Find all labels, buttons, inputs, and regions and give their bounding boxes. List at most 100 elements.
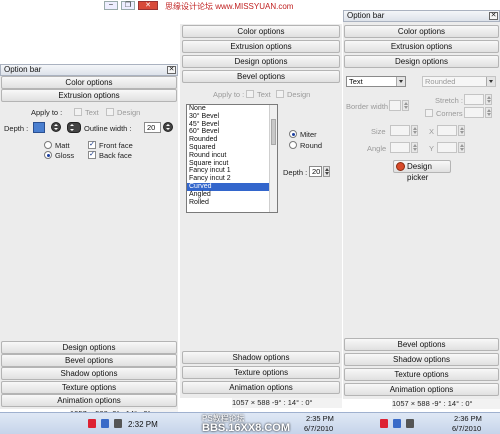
corners-spinner[interactable]	[485, 107, 492, 118]
left-shadow-options-button[interactable]: Shadow options	[1, 367, 177, 380]
bevel-list-item[interactable]: Rounded	[187, 136, 277, 144]
x-spinner[interactable]	[458, 125, 465, 136]
right-extrusion-options-button[interactable]: Extrusion options	[344, 40, 499, 53]
front-face-checkbox[interactable]: ✓	[88, 141, 96, 149]
middle-color-options-button[interactable]: Color options	[182, 25, 340, 38]
border-width-input[interactable]	[389, 100, 401, 111]
outline-width-input[interactable]: 20	[144, 122, 161, 133]
bevel-list-item[interactable]: 60° Bevel	[187, 128, 277, 136]
y-input[interactable]	[437, 142, 457, 153]
y-spinner[interactable]	[458, 142, 465, 153]
left-design-options-button[interactable]: Design options	[1, 341, 177, 354]
left-clock[interactable]: 2:32 PM	[128, 420, 158, 429]
flag-icon[interactable]	[88, 419, 96, 428]
design-shape-select[interactable]: Rounded	[422, 76, 496, 87]
right-bevel-options-button[interactable]: Bevel options	[344, 338, 499, 351]
angle-input[interactable]	[390, 142, 410, 153]
bevel-list-items: None 30° Bevel 45° Bevel 60° Bevel Rounded Sq…	[187, 105, 277, 206]
miter-radio[interactable]	[289, 130, 297, 138]
y-label: Y	[429, 144, 435, 153]
left-panel-titlebar[interactable]: Option bar ✕	[0, 64, 178, 76]
left-texture-options-button[interactable]: Texture options	[1, 381, 177, 394]
right-status-bar: 1057 × 588 -9° : 14° : 0°	[392, 399, 500, 409]
back-face-checkbox[interactable]: ✓	[88, 151, 96, 159]
corners-checkbox[interactable]	[425, 109, 433, 117]
bevel-list-item[interactable]: Fancy incut 2	[187, 175, 277, 183]
middle-clock[interactable]: 2:35 PM	[306, 414, 334, 423]
right-animation-options-button[interactable]: Animation options	[344, 383, 499, 396]
middle-design-options-button[interactable]: Design options	[182, 55, 340, 68]
middle-apply-design-checkbox[interactable]	[276, 90, 284, 98]
right-date[interactable]: 6/7/2010	[452, 424, 481, 433]
bevel-list-item[interactable]: Square incut	[187, 160, 277, 168]
left-taskbar: 2:32 PM	[0, 412, 200, 434]
round-label: Round	[300, 141, 323, 150]
bevel-list-scrollbar[interactable]	[269, 105, 277, 212]
bevel-scroll-thumb[interactable]	[271, 119, 276, 145]
round-radio[interactable]	[289, 141, 297, 149]
chevron-down-icon	[396, 77, 405, 86]
gloss-radio[interactable]	[44, 151, 52, 159]
speaker-icon[interactable]	[406, 419, 414, 428]
border-width-spinner[interactable]	[402, 100, 409, 111]
left-panel-close-icon[interactable]: ✕	[167, 66, 176, 74]
depth-icon[interactable]	[33, 122, 45, 133]
right-clock[interactable]: 2:36 PM	[454, 414, 482, 423]
size-input[interactable]	[390, 125, 410, 136]
middle-animation-options-button[interactable]: Animation options	[182, 381, 340, 394]
right-shadow-options-button[interactable]: Shadow options	[344, 353, 499, 366]
bevel-depth-spinner[interactable]	[323, 166, 330, 177]
bevel-depth-input[interactable]: 20	[309, 166, 322, 177]
window-restore-button[interactable]: ❐	[121, 1, 135, 10]
design-target-select[interactable]: Text	[346, 76, 406, 87]
right-color-options-button[interactable]: Color options	[344, 25, 499, 38]
design-picker-button[interactable]: Design picker	[393, 160, 451, 182]
network-icon[interactable]	[101, 419, 109, 428]
right-design-options-button[interactable]: Design options	[344, 55, 499, 68]
window-close-button[interactable]: ✕	[138, 1, 158, 10]
matt-label: Matt	[55, 141, 70, 150]
stretch-spinner[interactable]	[485, 94, 492, 105]
middle-date[interactable]: 6/7/2010	[304, 424, 333, 433]
bevel-list-item[interactable]: Angled	[187, 191, 277, 199]
angle-spinner[interactable]	[411, 142, 418, 153]
size-label: Size	[371, 127, 386, 136]
middle-texture-options-button[interactable]: Texture options	[182, 366, 340, 379]
left-bevel-options-button[interactable]: Bevel options	[1, 354, 177, 367]
bevel-list-item[interactable]: 30° Bevel	[187, 113, 277, 121]
bevel-list-item[interactable]: Rolled	[187, 199, 277, 207]
watermark-top: 思缘设计论坛 www.MISSYUAN.com	[165, 2, 294, 11]
left-apply-text-checkbox[interactable]	[74, 108, 82, 116]
bevel-list-item[interactable]: None	[187, 105, 277, 113]
right-panel-close-icon[interactable]: ✕	[489, 12, 498, 20]
matt-radio[interactable]	[44, 141, 52, 149]
size-spinner[interactable]	[411, 125, 418, 136]
middle-extrusion-options-button[interactable]: Extrusion options	[182, 40, 340, 53]
bevel-list-item[interactable]: Fancy incut 1	[187, 167, 277, 175]
middle-apply-text-checkbox[interactable]	[246, 90, 254, 98]
stretch-input[interactable]	[464, 94, 484, 105]
window-minimize-button[interactable]: –	[104, 1, 118, 10]
middle-shadow-options-button[interactable]: Shadow options	[182, 351, 340, 364]
right-texture-options-button[interactable]: Texture options	[344, 368, 499, 381]
x-input[interactable]	[437, 125, 457, 136]
left-apply-design-checkbox[interactable]	[106, 108, 114, 116]
flag-icon[interactable]	[380, 419, 388, 428]
corners-input[interactable]	[464, 107, 484, 118]
left-color-options-button[interactable]: Color options	[1, 76, 177, 89]
left-animation-options-button[interactable]: Animation options	[1, 394, 177, 407]
depth-stepper-icon[interactable]	[51, 122, 61, 132]
bevel-list-item[interactable]: Curved	[187, 182, 277, 191]
left-extrusion-options-button[interactable]: Extrusion options	[1, 89, 177, 102]
speaker-icon[interactable]	[114, 419, 122, 428]
middle-bevel-options-button[interactable]: Bevel options	[182, 70, 340, 83]
bevel-list-item[interactable]: Squared	[187, 144, 277, 152]
right-taskbar: 2:36 PM 6/7/2010	[350, 412, 500, 434]
outline-icon[interactable]	[67, 122, 81, 133]
network-icon[interactable]	[393, 419, 401, 428]
bevel-list-item[interactable]: Round incut	[187, 152, 277, 160]
outline-width-stepper-icon[interactable]	[163, 122, 173, 132]
bevel-type-listbox[interactable]: None 30° Bevel 45° Bevel 60° Bevel Rounded Sq…	[186, 104, 278, 213]
middle-status-text: 1057 × 588 -9° : 14° : 0°	[232, 398, 313, 407]
right-panel-titlebar[interactable]: Option bar ✕	[343, 10, 500, 22]
